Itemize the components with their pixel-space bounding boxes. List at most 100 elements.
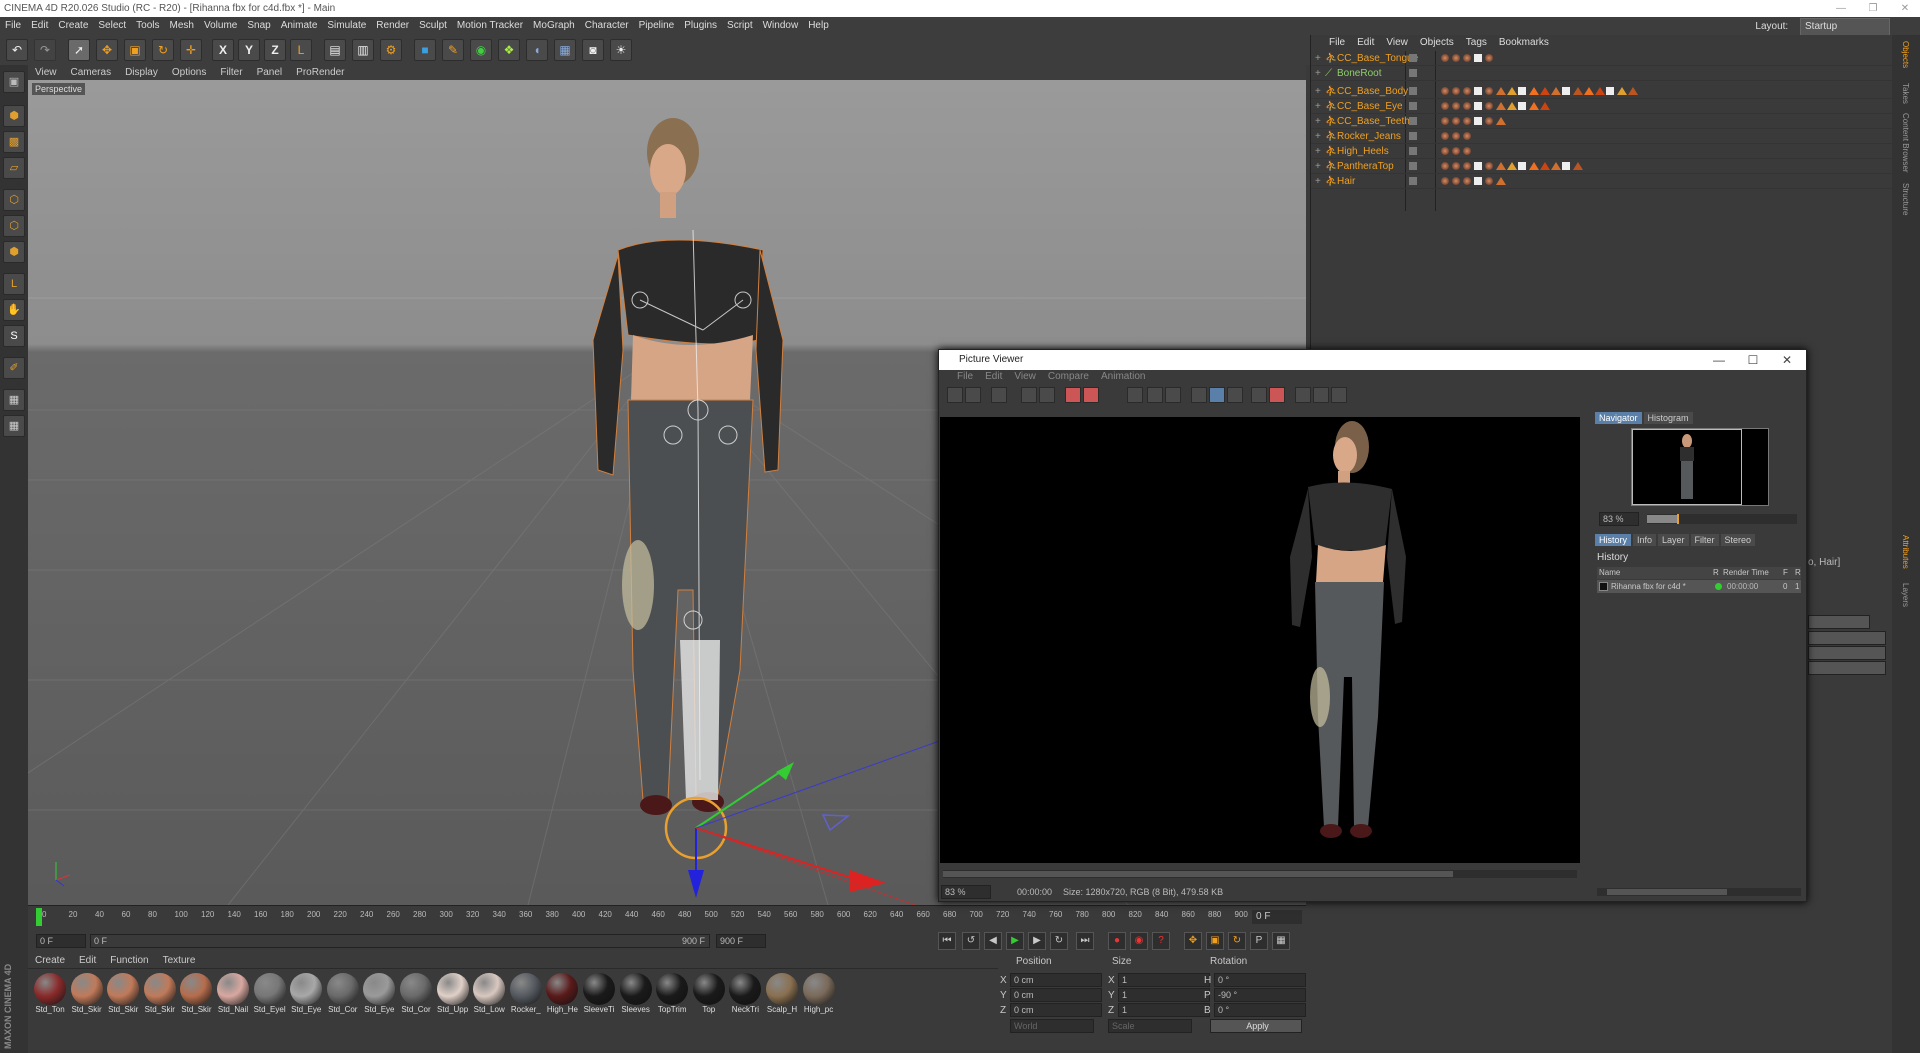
view-single-icon[interactable] — [1191, 387, 1207, 403]
object-tag-icon[interactable] — [1540, 102, 1550, 110]
object-tag-icon[interactable] — [1496, 162, 1506, 170]
material-swatch[interactable]: Std_Eyel — [252, 973, 288, 1014]
expand-icon[interactable]: + — [1315, 66, 1321, 81]
key-position-icon[interactable]: ✥ — [1184, 932, 1202, 950]
object-row[interactable]: + ⛹ CC_Base_Teeth — [1311, 114, 1893, 129]
expand-icon[interactable]: + — [1315, 159, 1321, 174]
grid-icon[interactable]: ▦ — [3, 415, 25, 437]
next-key-icon[interactable]: ↻ — [1050, 932, 1068, 950]
object-row[interactable]: + ⟋ BoneRoot — [1311, 66, 1893, 81]
object-tag-icon[interactable] — [1441, 54, 1449, 62]
previous-key-icon[interactable]: ↺ — [962, 932, 980, 950]
zoom-field[interactable]: 83 % — [941, 885, 991, 899]
live-selection-icon[interactable]: ✛ — [180, 39, 202, 61]
object-tag-icon[interactable] — [1463, 162, 1471, 170]
visibility-toggle[interactable] — [1409, 102, 1417, 110]
tab-objects[interactable]: Objects — [1901, 41, 1910, 68]
object-tag-icon[interactable] — [1529, 87, 1539, 95]
current-frame-field[interactable]: 0 F — [1252, 910, 1302, 924]
visibility-toggle[interactable] — [1409, 177, 1417, 185]
viewport-menu-prorender[interactable]: ProRender — [289, 65, 351, 80]
object-tag-icon[interactable] — [1463, 147, 1471, 155]
menu-volume[interactable]: Volume — [199, 17, 242, 35]
material-swatch[interactable]: Std_Cor — [398, 973, 434, 1014]
object-tag-icon[interactable] — [1452, 177, 1460, 185]
viewport-menu-panel[interactable]: Panel — [250, 65, 290, 80]
object-tag-icon[interactable] — [1474, 177, 1482, 185]
cloner-icon[interactable]: ❖ — [498, 39, 520, 61]
material-swatch[interactable]: SleeveTi — [581, 973, 617, 1014]
material-swatch[interactable]: Std_Eye — [361, 973, 397, 1014]
texture-mode-icon[interactable]: ▩ — [3, 131, 25, 153]
fit-icon[interactable] — [1295, 387, 1311, 403]
tab-info[interactable]: Info — [1633, 534, 1657, 546]
tab-attributes[interactable]: Attributes — [1901, 535, 1910, 569]
keyframe-selection-icon[interactable]: ? — [1152, 932, 1170, 950]
open-icon[interactable] — [947, 387, 963, 403]
object-tag-icon[interactable] — [1441, 177, 1449, 185]
axis-z-button[interactable]: Z — [264, 39, 286, 61]
menu-tools[interactable]: Tools — [131, 17, 164, 35]
edges-mode-icon[interactable]: ⬡ — [3, 215, 25, 237]
tab-layer[interactable]: Layer — [1658, 534, 1689, 546]
key-parameter-icon[interactable]: P — [1250, 932, 1268, 950]
material-swatch[interactable]: Std_Upp — [435, 973, 471, 1014]
object-tag-icon[interactable] — [1463, 87, 1471, 95]
tab-navigator[interactable]: Navigator — [1595, 412, 1642, 424]
tab-history[interactable]: History — [1595, 534, 1632, 546]
material-menu-texture[interactable]: Texture — [156, 953, 203, 969]
object-tag-icon[interactable] — [1496, 177, 1506, 185]
menu-edit[interactable]: Edit — [26, 17, 53, 35]
channel-b-icon[interactable] — [1269, 387, 1285, 403]
menu-help[interactable]: Help — [803, 17, 834, 35]
autokey-icon[interactable]: ◉ — [1130, 932, 1148, 950]
render-icon[interactable] — [1021, 387, 1037, 403]
full-size-icon[interactable] — [1313, 387, 1329, 403]
material-swatch[interactable]: Scalp_H — [764, 973, 800, 1014]
material-swatch[interactable]: TopTrim — [654, 973, 690, 1014]
object-tag-icon[interactable] — [1485, 54, 1493, 62]
layout-dropdown[interactable]: Startup — [1800, 18, 1890, 36]
object-tag-icon[interactable] — [1441, 102, 1449, 110]
tab-takes[interactable]: Takes — [1901, 83, 1910, 104]
move-tool-icon[interactable]: ✥ — [96, 39, 118, 61]
object-tag-icon[interactable] — [1441, 87, 1449, 95]
pv-menu-edit[interactable]: Edit — [979, 370, 1008, 384]
menu-mograph[interactable]: MoGraph — [528, 17, 580, 35]
object-tag-icon[interactable] — [1474, 87, 1482, 95]
object-tag-icon[interactable] — [1518, 162, 1526, 170]
material-swatch[interactable]: Std_Skir — [105, 973, 141, 1014]
material-swatch[interactable]: Std_Skir — [178, 973, 214, 1014]
tab-structure[interactable]: Structure — [1901, 183, 1910, 215]
copy-icon[interactable] — [991, 387, 1007, 403]
object-tag-icon[interactable] — [1540, 87, 1550, 95]
play-icon[interactable]: ▶ — [1006, 932, 1024, 950]
rotate-tool-icon[interactable]: ↻ — [152, 39, 174, 61]
cube-icon[interactable]: ■ — [414, 39, 436, 61]
object-tag-icon[interactable] — [1628, 87, 1638, 95]
object-tag-icon[interactable] — [1452, 162, 1460, 170]
attr-field-2[interactable] — [1808, 631, 1886, 645]
coordinate-system-icon[interactable]: L — [290, 39, 312, 61]
col-r2[interactable]: R — [1795, 567, 1801, 579]
object-row[interactable]: + ⛹ CC_Base_Eye — [1311, 99, 1893, 114]
redo-icon[interactable]: ↷ — [34, 39, 56, 61]
object-tag-icon[interactable] — [1441, 162, 1449, 170]
object-tag-icon[interactable] — [1463, 132, 1471, 140]
object-tag-icon[interactable] — [1474, 54, 1482, 62]
paint-icon[interactable]: ✐ — [3, 357, 25, 379]
rot-p-field[interactable]: -90 ° — [1214, 988, 1306, 1002]
object-name[interactable]: CC_Base_Eye — [1337, 99, 1403, 114]
render-view-icon[interactable]: ▤ — [324, 39, 346, 61]
object-tag-icon[interactable] — [1452, 102, 1460, 110]
pv-minimize-button[interactable]: — — [1702, 350, 1736, 370]
attr-field-1[interactable] — [1808, 615, 1870, 629]
next-frame-icon[interactable]: ▶ — [1028, 932, 1046, 950]
viewport-menu-display[interactable]: Display — [118, 65, 165, 80]
timeline-ruler[interactable]: 0 20 40 60 80 100 120 140 160 180 200 220 240 260 280 3… — [28, 905, 1306, 929]
key-pla-icon[interactable]: ▦ — [1272, 932, 1290, 950]
object-tag-icon[interactable] — [1452, 132, 1460, 140]
material-swatch[interactable]: High_pc — [801, 973, 837, 1014]
object-name[interactable]: PantheraTop — [1337, 159, 1394, 174]
menu-file[interactable]: File — [0, 17, 26, 35]
